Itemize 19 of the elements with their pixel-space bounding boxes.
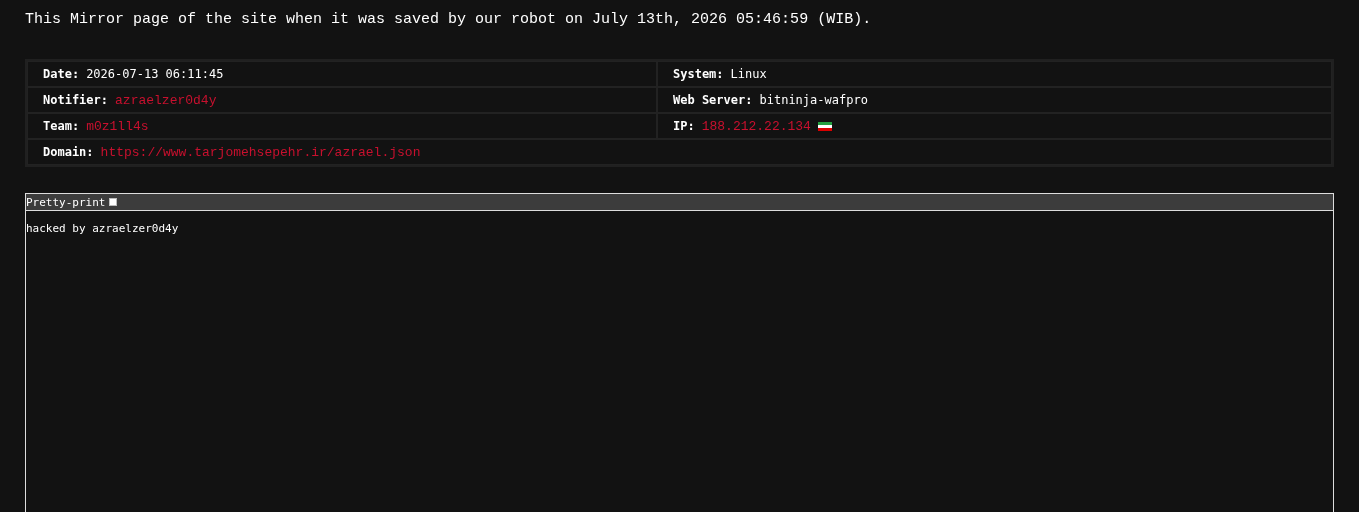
- value-link[interactable]: https://www.tarjomehsepehr.ir/azrael.json: [100, 144, 421, 160]
- field-value: 2026-07-13 06:11:45: [86, 67, 224, 81]
- field-label: Web Server:: [673, 93, 753, 107]
- flag-icon: [817, 121, 832, 131]
- field-label: Notifier:: [43, 93, 109, 107]
- page-content: hacked by azraelzer0d4y: [26, 221, 179, 235]
- field-label: Domain:: [43, 145, 94, 159]
- field-label: IP:: [673, 119, 695, 133]
- field-value: Linux: [730, 67, 767, 81]
- checkbox[interactable]: [109, 198, 118, 206]
- ip-address: 188.212.22.134: [701, 118, 811, 134]
- field-value: bitninja-wafpro: [759, 93, 868, 107]
- value-link[interactable]: m0z1ll4s: [86, 118, 149, 134]
- field-label: Team:: [43, 119, 80, 133]
- field-label: System:: [673, 67, 724, 81]
- pretty-print-toggle[interactable]: Pretty-print: [26, 195, 118, 209]
- value-link[interactable]: azraelzer0d4y: [115, 92, 217, 108]
- field-label: Date:: [43, 67, 80, 81]
- mirror-notice: This Mirror page of the site when it was saved by our robot on July 13th, 2026 05:46:59 (WIB).: [25, 10, 873, 30]
